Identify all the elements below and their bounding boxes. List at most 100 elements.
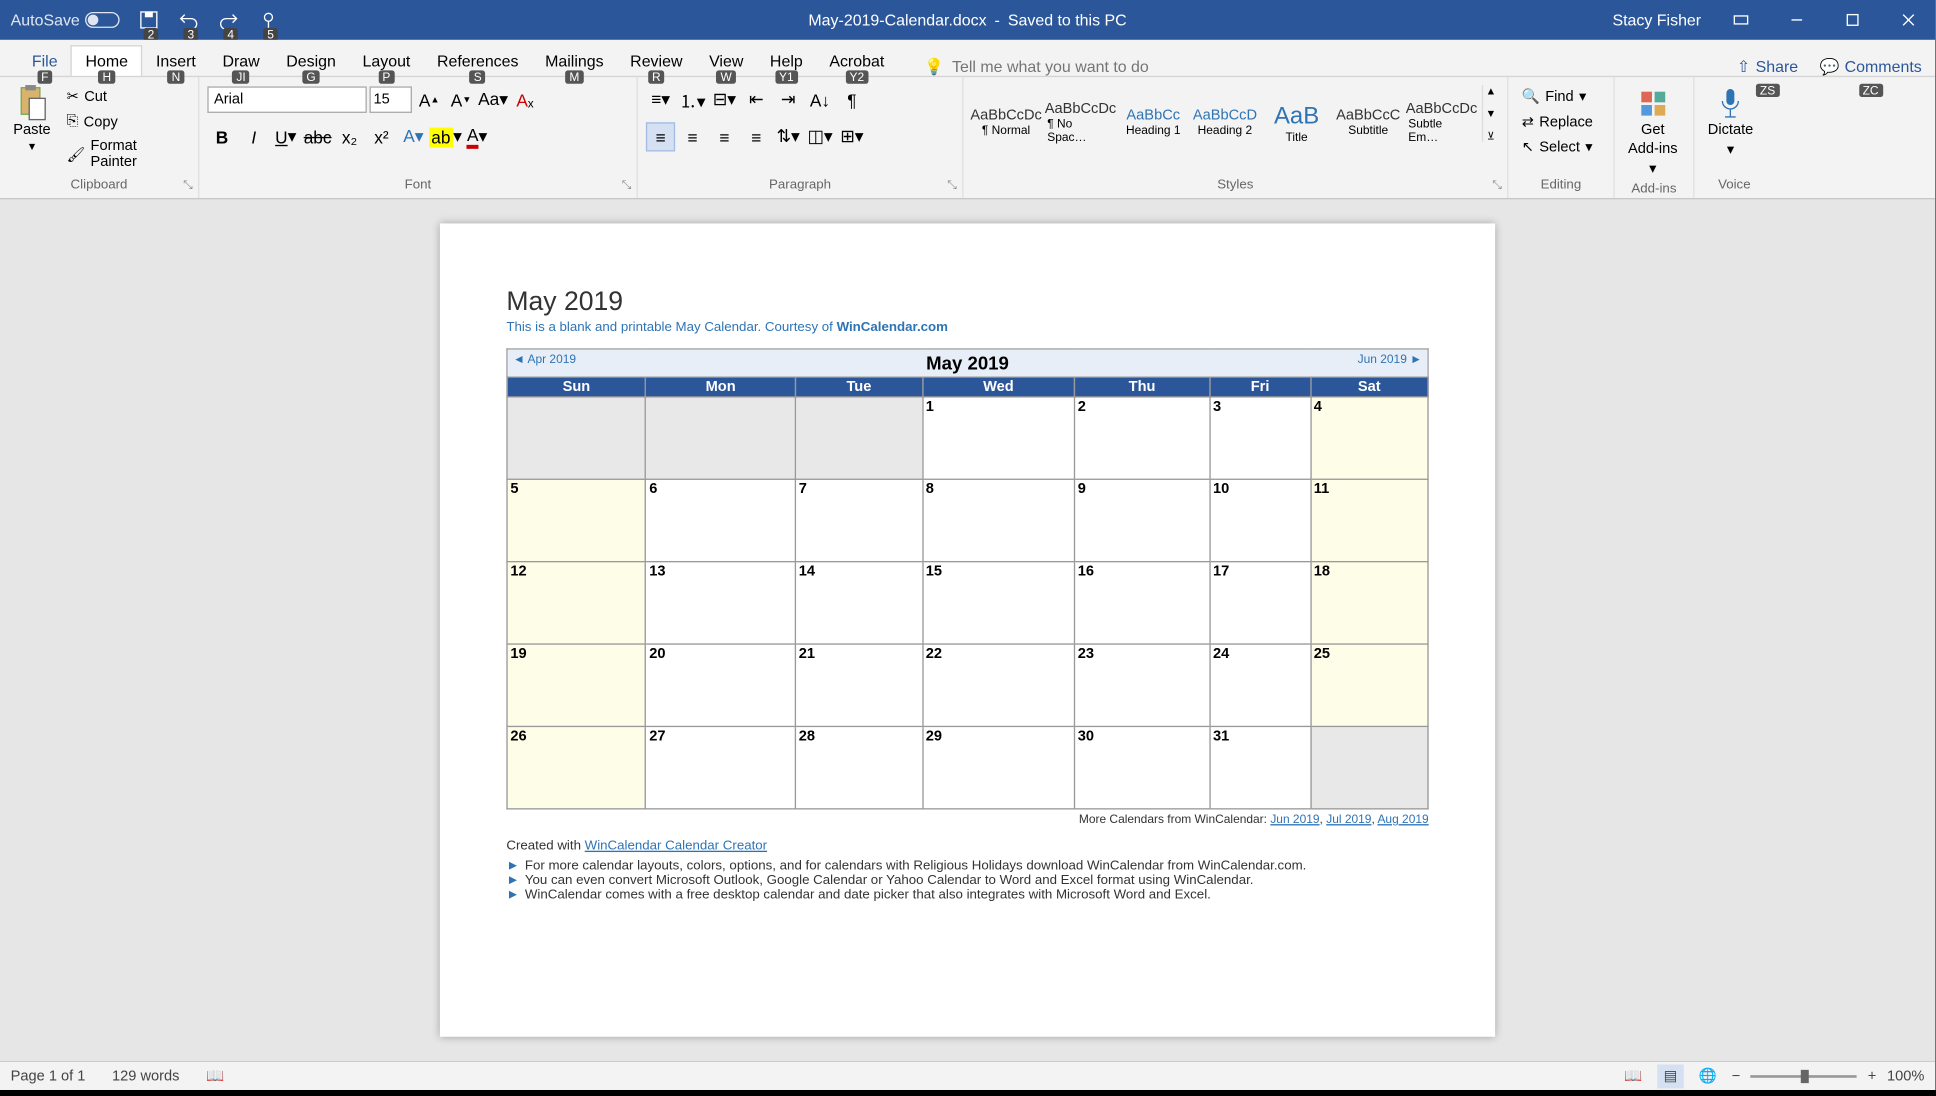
spellcheck-icon[interactable]: 📖 [206, 1067, 224, 1084]
cut-button[interactable]: ✂Cut [61, 85, 190, 108]
superscript-button[interactable]: x² [367, 122, 396, 151]
shading-icon[interactable]: ◫▾ [805, 122, 834, 151]
zoom-out-icon[interactable]: − [1732, 1068, 1741, 1084]
font-size-input[interactable] [369, 86, 412, 113]
style-heading-1[interactable]: AaBbCcHeading 1 [1120, 85, 1186, 159]
prev-month-link[interactable]: ◄ Apr 2019 [513, 352, 576, 365]
more-link[interactable]: Jun 2019 [1270, 812, 1319, 825]
select-button[interactable]: ↖Select▾ [1516, 136, 1598, 159]
tab-review[interactable]: ReviewR [617, 47, 696, 76]
redo-icon[interactable]: 4 [218, 9, 239, 30]
clipboard-launcher-icon[interactable]: ⤡ [183, 178, 193, 193]
tell-me-search[interactable]: 💡 [924, 57, 1191, 76]
style-subtitle[interactable]: AaBbCcCSubtitle [1335, 85, 1402, 159]
page-indicator[interactable]: Page 1 of 1 [11, 1068, 86, 1084]
tab-draw[interactable]: DrawJI [209, 47, 273, 76]
style--normal[interactable]: AaBbCcDc¶ Normal [971, 85, 1040, 159]
tab-help[interactable]: HelpY1 [757, 47, 816, 76]
more-link[interactable]: Jul 2019 [1326, 812, 1371, 825]
zoom-slider[interactable] [1751, 1074, 1857, 1077]
copy-button[interactable]: ⎘Copy [61, 110, 190, 133]
calendar-cell: 20 [646, 644, 796, 726]
tab-design[interactable]: DesignG [273, 47, 349, 76]
tab-insert[interactable]: InsertN [143, 47, 209, 76]
print-layout-icon[interactable]: ▤ [1657, 1064, 1684, 1088]
font-color-icon[interactable]: A▾ [462, 122, 491, 151]
close-icon[interactable] [1882, 0, 1935, 40]
paragraph-launcher-icon[interactable]: ⤡ [947, 178, 957, 193]
read-mode-icon[interactable]: 📖 [1620, 1064, 1647, 1088]
document-area[interactable]: May 2019 This is a blank and printable M… [0, 199, 1935, 1060]
user-name[interactable]: Stacy Fisher [1612, 11, 1701, 30]
created-with: Created with WinCalendar Calendar Creato… [506, 839, 1428, 854]
align-right-icon[interactable]: ≡ [710, 122, 739, 151]
highlight-icon[interactable]: ab▾ [431, 122, 460, 151]
touch-mode-icon[interactable]: 5 [258, 9, 279, 30]
get-addins-button[interactable]: Get Add-ins▾ [1623, 85, 1683, 179]
clear-formatting-icon[interactable]: Aₓ [510, 85, 539, 114]
zoom-level[interactable]: 100% [1887, 1068, 1924, 1084]
grow-font-icon[interactable]: A▲ [415, 85, 444, 114]
show-marks-icon[interactable]: ¶ [837, 85, 866, 114]
borders-icon[interactable]: ⊞▾ [837, 122, 866, 151]
dow-header: Thu [1074, 377, 1209, 397]
increase-indent-icon[interactable]: ⇥ [773, 85, 802, 114]
zoom-in-icon[interactable]: + [1868, 1068, 1877, 1084]
format-painter-button[interactable]: 🖌Format Painter [61, 136, 190, 173]
change-case-icon[interactable]: Aa▾ [478, 85, 507, 114]
styles-launcher-icon[interactable]: ⤡ [1492, 178, 1502, 193]
italic-button[interactable]: I [239, 122, 268, 151]
style-title[interactable]: AaBTitle [1264, 85, 1330, 159]
strikethrough-button[interactable]: abc [303, 122, 332, 151]
bold-button[interactable]: B [207, 122, 236, 151]
sort-icon[interactable]: A↓ [805, 85, 834, 114]
tab-view[interactable]: ViewW [696, 47, 757, 76]
styles-more-icon[interactable]: ▲▼⊻ [1481, 85, 1499, 142]
more-link[interactable]: Aug 2019 [1377, 812, 1428, 825]
tell-me-input[interactable] [952, 57, 1191, 76]
autosave-toggle[interactable]: AutoSave [11, 11, 120, 30]
multilevel-list-icon[interactable]: ⊟▾ [710, 85, 739, 114]
shrink-font-icon[interactable]: A▼ [447, 85, 476, 114]
font-launcher-icon[interactable]: ⤡ [622, 178, 632, 193]
creator-link[interactable]: WinCalendar Calendar Creator [585, 839, 767, 854]
subscript-button[interactable]: x₂ [335, 122, 364, 151]
doc-filename: May-2019-Calendar.docx [808, 11, 986, 30]
text-effects-icon[interactable]: A▾ [399, 122, 428, 151]
underline-button[interactable]: U▾ [271, 122, 300, 151]
title-bar: AutoSave 2 3 4 5 May-2019-Calendar.docx … [0, 0, 1935, 40]
tab-acrobat[interactable]: AcrobatY2 [816, 47, 898, 76]
align-center-icon[interactable]: ≡ [678, 122, 707, 151]
justify-icon[interactable]: ≡ [742, 122, 771, 151]
decrease-indent-icon[interactable]: ⇤ [742, 85, 771, 114]
web-layout-icon[interactable]: 🌐 [1694, 1064, 1721, 1088]
ribbon-display-icon[interactable] [1714, 0, 1767, 40]
style-subtle-em-[interactable]: AaBbCcDcSubtle Em… [1407, 85, 1476, 159]
numbering-icon[interactable]: ⒈▾ [678, 85, 707, 114]
find-button[interactable]: 🔍Find▾ [1516, 85, 1591, 108]
comments-button[interactable]: 💬CommentsZC [1819, 57, 1921, 76]
style-heading-2[interactable]: AaBbCcDHeading 2 [1191, 85, 1258, 159]
paste-button[interactable]: Paste ▼ [8, 85, 56, 155]
toggle-switch[interactable] [85, 12, 120, 28]
minimize-icon[interactable] [1770, 0, 1823, 40]
next-month-link[interactable]: Jun 2019 ► [1358, 352, 1422, 365]
save-icon[interactable]: 2 [138, 9, 159, 30]
undo-icon[interactable]: 3 [178, 9, 199, 30]
line-spacing-icon[interactable]: ⇅▾ [773, 122, 802, 151]
replace-button[interactable]: ⇄Replace [1516, 110, 1598, 133]
tab-layout[interactable]: LayoutP [349, 47, 423, 76]
font-name-input[interactable] [207, 86, 366, 113]
align-left-icon[interactable]: ≡ [646, 122, 675, 151]
word-count[interactable]: 129 words [112, 1068, 179, 1084]
tab-home[interactable]: HomeH [71, 45, 143, 76]
dictate-button[interactable]: Dictate▾ [1702, 85, 1758, 161]
tab-file[interactable]: FileF [19, 47, 71, 76]
style--no-spac-[interactable]: AaBbCcDc¶ No Spac… [1046, 85, 1115, 159]
tab-references[interactable]: ReferencesS [424, 47, 532, 76]
share-button[interactable]: ⇧ShareZS [1737, 57, 1798, 76]
bullets-icon[interactable]: ≡▾ [646, 85, 675, 114]
maximize-icon[interactable] [1826, 0, 1879, 40]
wincalendar-link[interactable]: WinCalendar.com [837, 320, 948, 335]
tab-mailings[interactable]: MailingsM [532, 47, 617, 76]
